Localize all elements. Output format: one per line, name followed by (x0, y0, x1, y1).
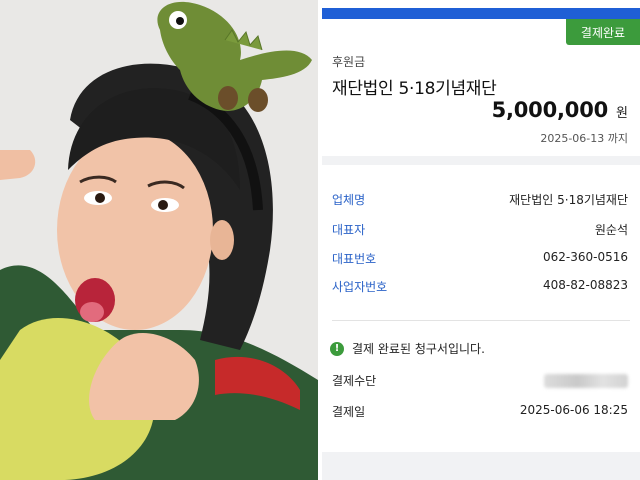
field-key: 사업자번호 (332, 280, 388, 294)
bottom-separator (322, 452, 640, 480)
field-row-business-number: 사업자번호 408-82-08823 (322, 276, 640, 296)
field-value: 062-360-0516 (542, 250, 628, 264)
portrait-photo (0, 0, 318, 480)
currency-unit: 원 (616, 106, 628, 121)
field-value: 재단법인 5·18기념재단 (509, 193, 628, 207)
payment-complete-notice: ! 결제 완료된 청구서입니다. (330, 340, 485, 357)
due-date: 2025-06-13 까지 (540, 132, 628, 145)
payment-complete-badge: 결제완료 (566, 19, 640, 45)
payment-method-row: 결제수단 (322, 370, 640, 390)
field-value: 원순석 (594, 223, 628, 237)
notice-text: 결제 완료된 청구서입니다. (352, 342, 485, 356)
field-key: 대표자 (332, 223, 366, 237)
payment-date-label: 결제일 (332, 405, 366, 419)
receipt-top-bar (322, 8, 640, 19)
amount-value: 5,000,000 (491, 98, 609, 122)
redacted-payment-method (544, 374, 628, 388)
field-row-representative: 대표자 원순석 (322, 219, 640, 239)
amount-row: 5,000,000 원 (492, 98, 628, 122)
field-key: 업체명 (332, 193, 366, 207)
payment-date-row: 결제일 2025-06-06 18:25 (322, 401, 640, 421)
field-row-phone: 대표번호 062-360-0516 (322, 248, 640, 268)
payment-date-value: 2025-06-06 18:25 (519, 403, 628, 417)
field-row-company: 업체명 재단법인 5·18기념재단 (322, 189, 640, 209)
section-separator (322, 156, 640, 165)
donation-receipt: 결제완료 후원금 재단법인 5·18기념재단 5,000,000 원 2025-… (322, 0, 640, 480)
organization-title: 재단법인 5·18기념재단 (332, 79, 497, 99)
portrait-illustration (0, 0, 318, 480)
field-value: 408-82-08823 (542, 278, 628, 292)
field-key: 대표번호 (332, 252, 377, 266)
exclamation-icon: ! (330, 341, 344, 356)
divider-line (332, 320, 630, 321)
section-label: 후원금 (332, 55, 366, 69)
payment-method-label: 결제수단 (332, 374, 377, 388)
